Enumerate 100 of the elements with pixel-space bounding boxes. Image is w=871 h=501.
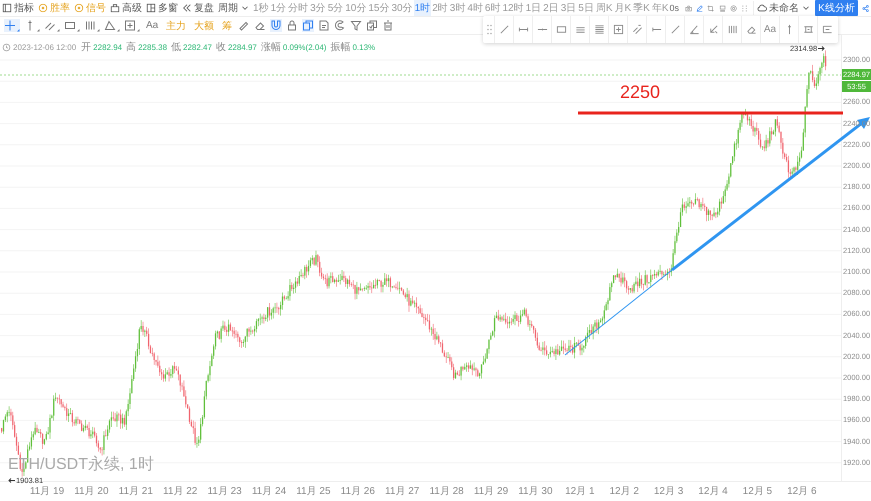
field-label: 开 [81, 41, 92, 54]
period-tab[interactable]: 1秒 [252, 0, 270, 16]
period-tab[interactable]: 季K [632, 0, 651, 16]
axis-label: 11月 28 [429, 485, 464, 498]
share-icon[interactable] [862, 2, 869, 14]
menu-button[interactable]: 指标 [0, 0, 36, 16]
bars-icon[interactable] [84, 19, 100, 32]
filter-icon[interactable] [350, 19, 362, 32]
period-tab[interactable]: 1时 [414, 0, 432, 16]
period-tab[interactable]: 6时 [484, 0, 502, 16]
measure-icon[interactable] [822, 24, 832, 35]
trash-icon[interactable] [382, 19, 394, 32]
period-tab[interactable]: 3分 [309, 0, 327, 16]
field-label: 低 [171, 41, 182, 54]
bars-icon[interactable] [726, 24, 738, 35]
lock-icon[interactable] [286, 19, 298, 32]
pen-icon[interactable] [696, 2, 704, 14]
tool-button[interactable]: Aa [146, 20, 158, 31]
angle-icon[interactable] [688, 24, 700, 35]
rectangle-icon[interactable] [64, 19, 80, 32]
target-icon [74, 3, 84, 13]
lines-icon[interactable] [594, 24, 604, 35]
rectangle-icon[interactable] [556, 24, 566, 35]
box-plus-icon[interactable] [612, 24, 624, 35]
axis-label: 11月 29 [474, 485, 508, 498]
axis-label: 11月 26 [340, 485, 375, 498]
lines-icon[interactable] [574, 24, 586, 35]
drag-handle-icon[interactable] [487, 24, 492, 35]
arrow-icon[interactable] [708, 24, 718, 35]
clock-icon [2, 42, 11, 52]
rewind-icon [182, 3, 192, 13]
tool-button[interactable]: Aa [764, 24, 776, 35]
crosshair-icon[interactable] [4, 19, 20, 32]
menu-button[interactable]: 多窗 [144, 0, 180, 16]
period-tab[interactable]: 5分 [326, 0, 344, 16]
axis-label: 11月 21 [118, 485, 153, 498]
tool-button[interactable]: 大额 [194, 18, 214, 32]
menu-button[interactable]: 信号 [72, 0, 108, 16]
eraser-icon[interactable] [746, 24, 756, 35]
period-tab[interactable]: 年K [650, 0, 670, 16]
period-tab[interactable]: 分时 [287, 0, 310, 16]
field-value: 0.13% [352, 42, 376, 52]
box-plus-icon[interactable] [124, 19, 140, 32]
arrow-icon [818, 46, 826, 51]
line-label: 2250 [620, 82, 660, 103]
field-value: 2282.47 [183, 42, 212, 52]
period-tab[interactable]: 4时 [466, 0, 484, 16]
period-tab[interactable]: 15分 [367, 0, 390, 16]
axis-label: 11月 27 [385, 485, 420, 498]
field-label: 收 [216, 41, 226, 54]
period-tab[interactable]: 2日 [542, 0, 560, 16]
parallel-lines-icon[interactable] [632, 24, 642, 35]
axis-label: 12月 6 [787, 485, 817, 498]
period-tab[interactable]: 10分 [344, 0, 368, 16]
axis-label: 12月 3 [654, 485, 684, 498]
line-icon[interactable] [670, 24, 680, 35]
period-tab[interactable]: 5日 [577, 0, 595, 16]
menu-button[interactable]: 高级 [108, 0, 144, 16]
axis-label: 11月 22 [163, 485, 198, 498]
tool-button[interactable]: 主力 [166, 18, 186, 32]
line-icon[interactable] [498, 24, 510, 35]
layout-menu-button[interactable]: 未命名 [753, 1, 812, 15]
measure-icon[interactable] [802, 24, 814, 35]
menu-button[interactable]: 复盘 [180, 0, 216, 16]
period-tab[interactable]: 30分 [390, 0, 414, 16]
axis-label: 11月 24 [252, 485, 286, 498]
copy-icon[interactable] [302, 19, 314, 32]
trend-arrow[interactable] [564, 117, 870, 356]
board-icon [110, 3, 120, 13]
axis-label: 11月 20 [74, 485, 109, 498]
period-tab[interactable]: 3时 [448, 0, 466, 16]
period-tab[interactable]: 3日 [560, 0, 578, 16]
settings-icon[interactable] [730, 2, 737, 14]
period-tab[interactable]: 1日 [524, 0, 542, 16]
datetime: 2023-12-06 12:00 [13, 42, 76, 52]
magnet-icon[interactable] [270, 19, 282, 32]
period-menu-button[interactable]: 周期 [216, 0, 252, 16]
crop-icon[interactable] [707, 2, 715, 14]
tool-button[interactable]: 筹 [222, 18, 232, 32]
triangle-icon[interactable] [104, 19, 120, 32]
period-tab[interactable]: 周K [594, 0, 614, 16]
layers-icon[interactable] [366, 19, 378, 32]
field-label: 振幅 [330, 41, 350, 54]
arrow-icon [8, 478, 15, 483]
windows-icon [146, 3, 156, 13]
period-tab[interactable]: 1分 [270, 0, 288, 16]
menu-button[interactable]: 胜率 [36, 0, 72, 16]
pencil-icon[interactable] [238, 19, 250, 32]
axis-label: 12月 4 [698, 485, 728, 498]
cloud-icon [757, 3, 768, 13]
period-tab[interactable]: 月K [613, 0, 632, 16]
field-label: 涨幅 [260, 40, 281, 54]
period-tab[interactable]: 2时 [431, 0, 449, 16]
note-icon[interactable] [318, 19, 330, 32]
axis-label: 12月 5 [742, 485, 772, 498]
target-icon [38, 3, 48, 13]
period-tab[interactable]: 12时 [501, 0, 525, 16]
field-label: 高 [126, 40, 136, 54]
chart-icon [2, 3, 12, 13]
analysis-button[interactable]: K线分析 [815, 0, 858, 16]
